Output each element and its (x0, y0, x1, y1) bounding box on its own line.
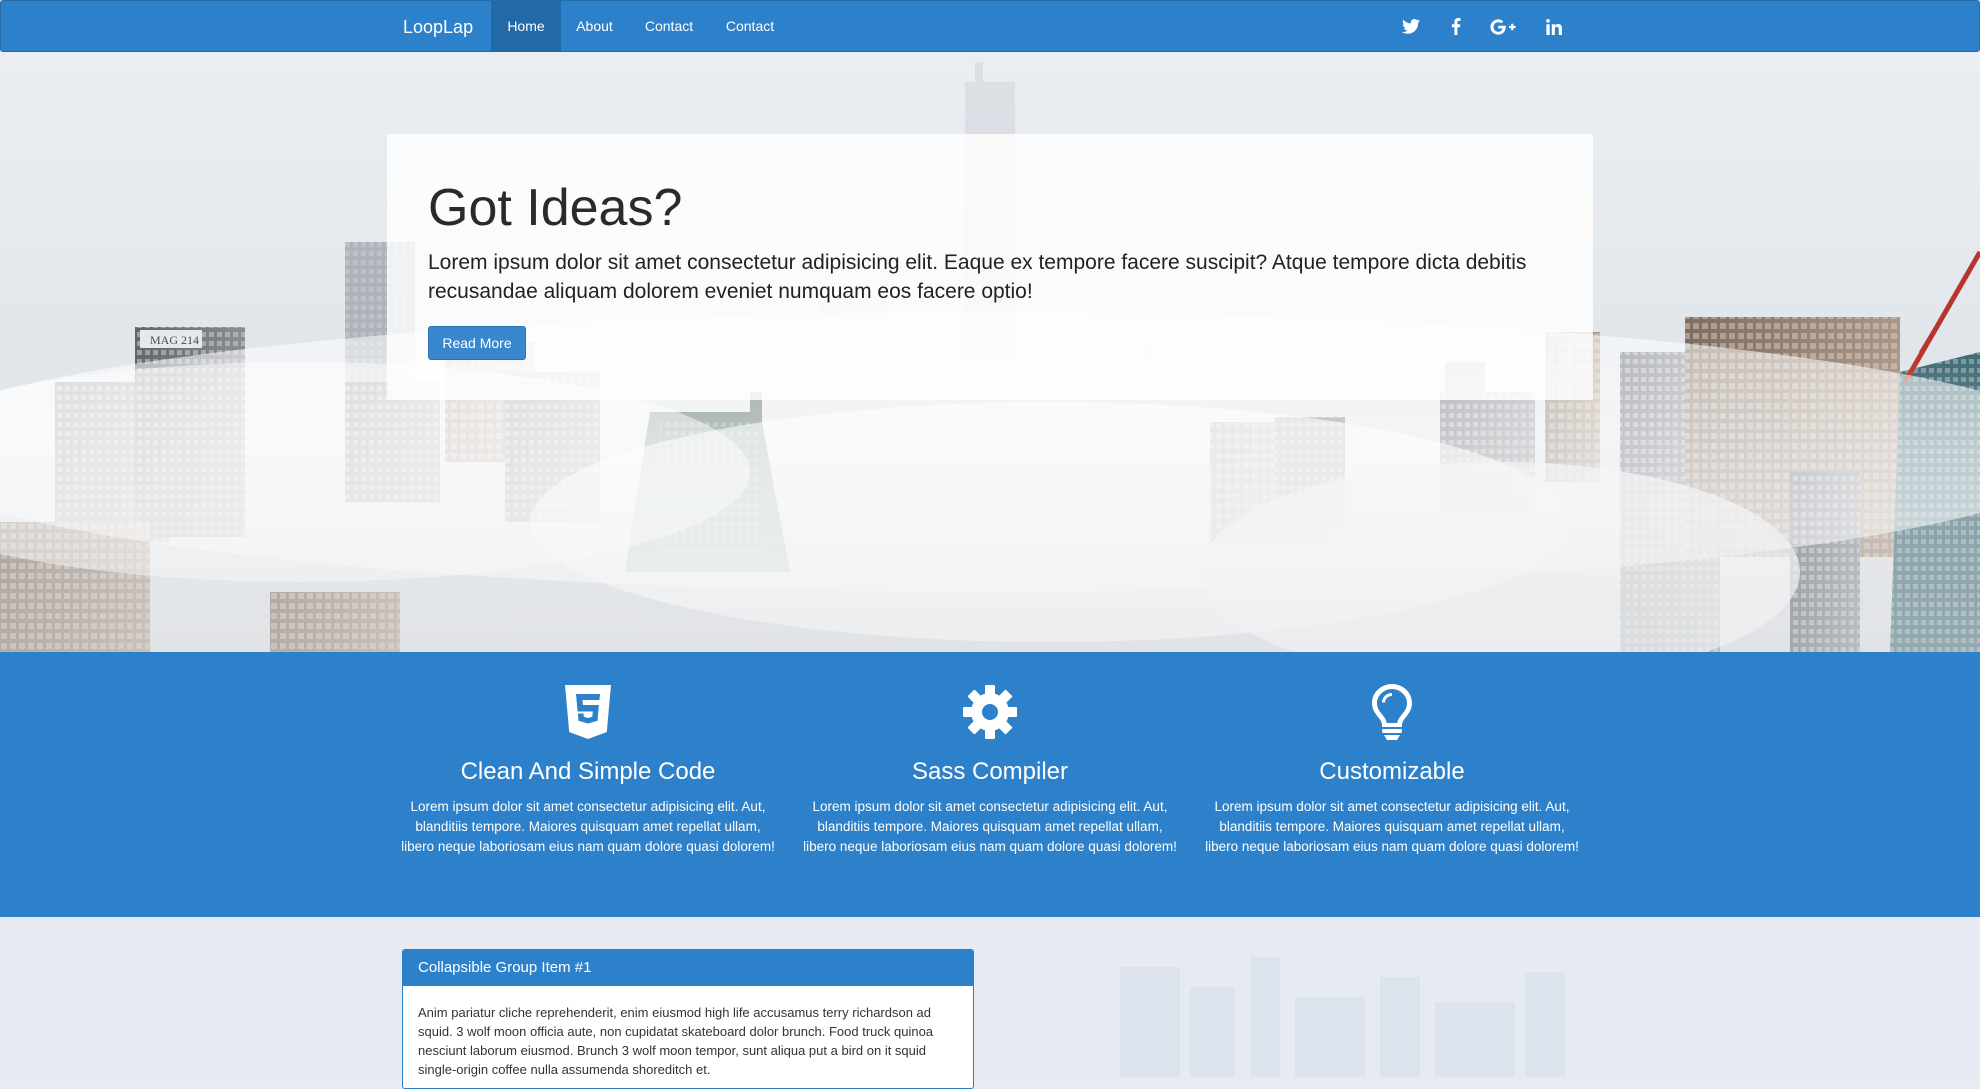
feature-text: Lorem ipsum dolor sit amet consectetur a… (803, 799, 1177, 854)
lower-section: Collapsible Group Item #1 Anim pariatur … (0, 917, 1980, 1089)
brand-link[interactable]: LoopLap (403, 1, 473, 53)
google-plus-icon[interactable] (1485, 1, 1521, 52)
nav-contact-2[interactable]: Contact (710, 1, 790, 52)
hero-jumbotron: Got Ideas? Lorem ipsum dolor sit amet co… (387, 134, 1593, 400)
faint-background-image (1120, 957, 1565, 1077)
twitter-icon[interactable] (1393, 1, 1429, 52)
read-more-button[interactable]: Read More (428, 326, 526, 360)
hero-title: Got Ideas? (428, 179, 683, 237)
linkedin-icon[interactable] (1536, 1, 1572, 52)
facebook-icon[interactable] (1438, 1, 1474, 52)
hero-section: MAG 214 Got Ideas? Lorem ipsum dolor sit… (0, 52, 1980, 652)
gear-icon (963, 685, 1017, 739)
html5-icon (565, 685, 611, 739)
feature-title: Customizable (1319, 758, 1465, 785)
nav-about[interactable]: About (561, 1, 628, 52)
feature-text: Lorem ipsum dolor sit amet consectetur a… (1205, 799, 1579, 854)
feature-text: Lorem ipsum dolor sit amet consectetur a… (401, 799, 775, 854)
accordion-heading[interactable]: Collapsible Group Item #1 (403, 950, 973, 986)
accordion-panel: Collapsible Group Item #1 Anim pariatur … (402, 949, 974, 1089)
lightbulb-icon (1372, 684, 1412, 740)
nav-contact[interactable]: Contact (628, 1, 710, 52)
feature-title: Clean And Simple Code (460, 758, 716, 785)
nav-home[interactable]: Home (491, 1, 561, 52)
building-sign-text: MAG 214 (150, 333, 199, 347)
feature-title: Sass Compiler (911, 758, 1069, 785)
hero-text: Lorem ipsum dolor sit amet consectetur a… (428, 251, 1527, 303)
features-section: Clean And Simple Code Lorem ipsum dolor … (0, 652, 1980, 917)
accordion-body: Anim pariatur cliche reprehenderit, enim… (418, 1005, 934, 1077)
navbar: LoopLap Home About Contact Contact (0, 0, 1980, 52)
